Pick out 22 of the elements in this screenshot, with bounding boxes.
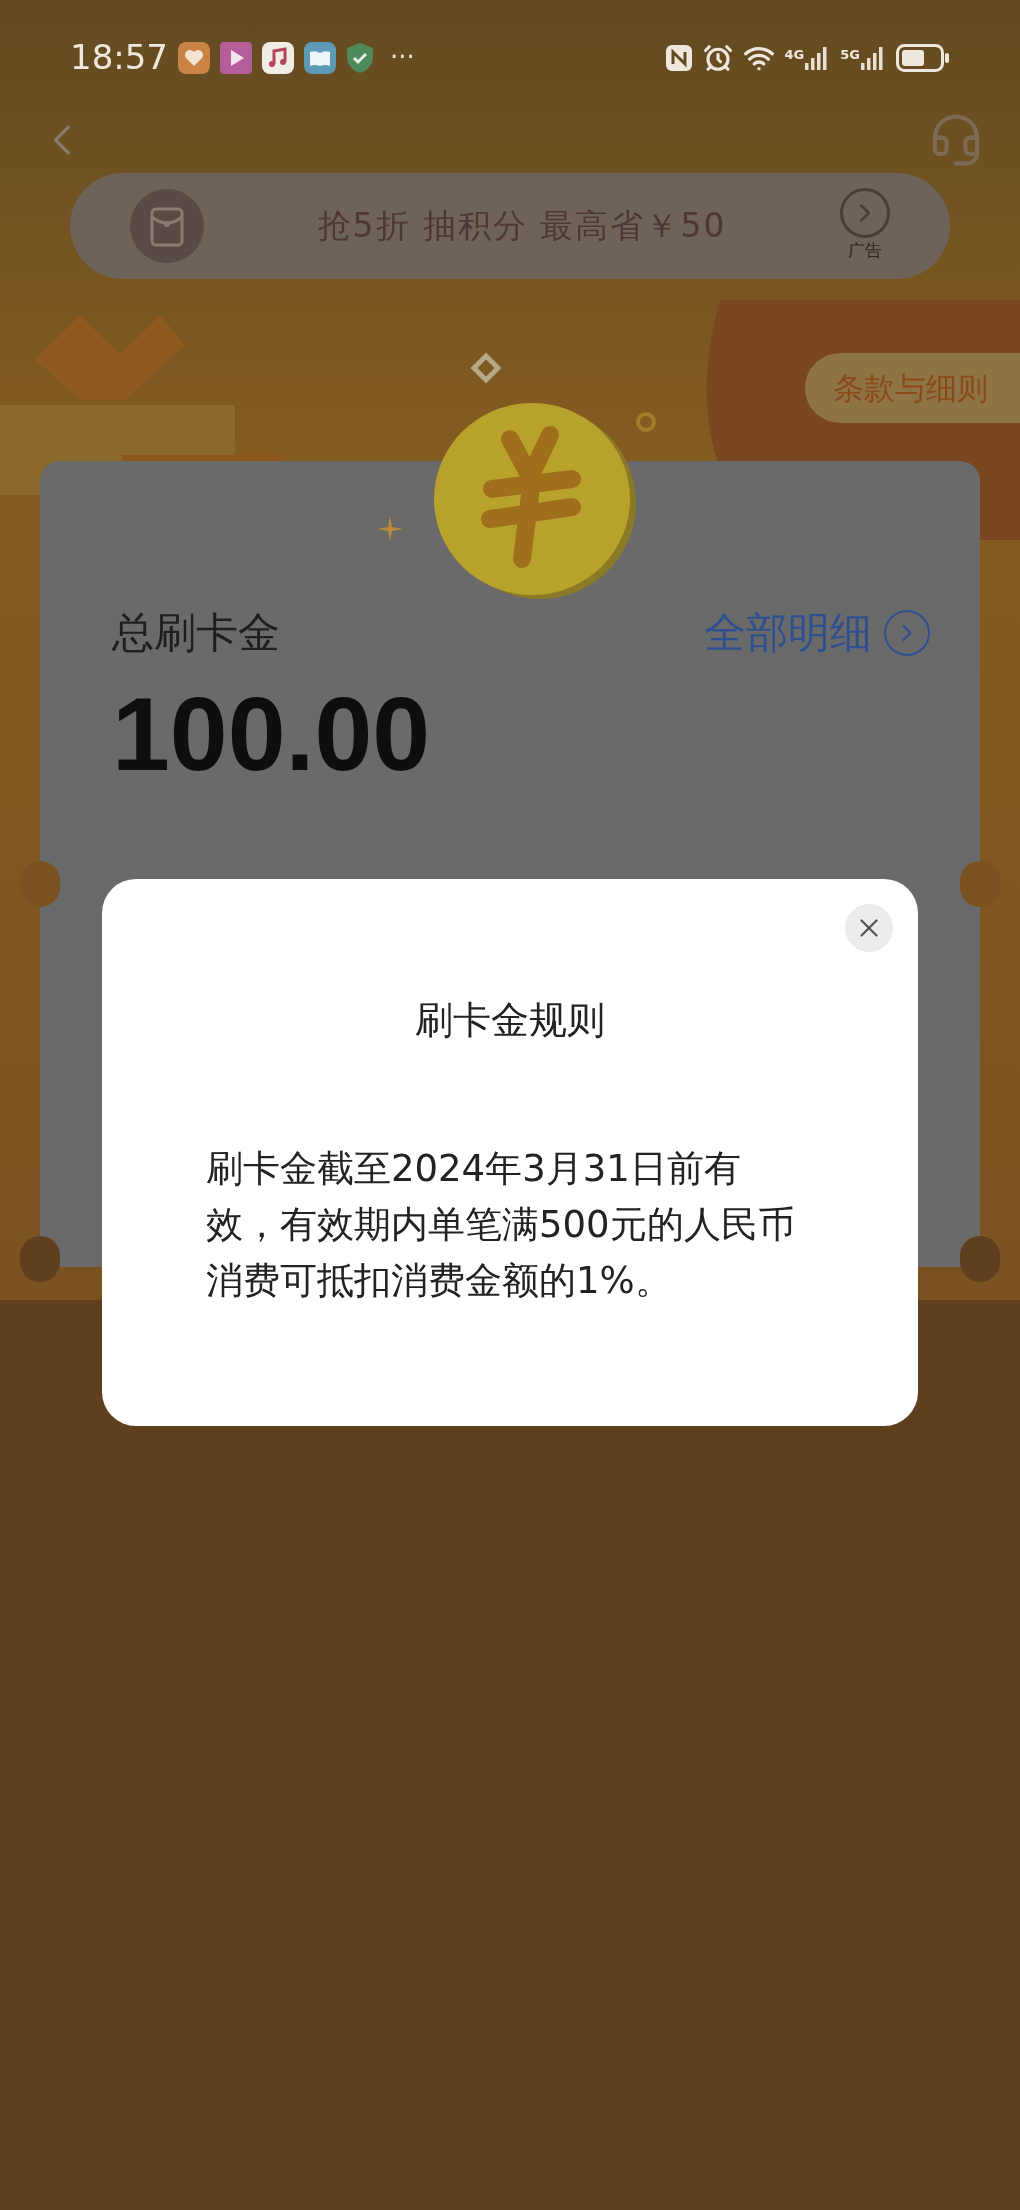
shield-icon <box>346 41 374 74</box>
dialog-body: 刷卡金截至2024年3月31日前有效，有效期内单笔满500元的人民币消费可抵扣消费金额的1%。 <box>206 1146 796 1304</box>
status-time: 18:57 <box>70 36 168 79</box>
dialog-title: 刷卡金规则 <box>414 997 606 1044</box>
envelope-icon <box>130 189 204 263</box>
close-button[interactable] <box>845 904 893 952</box>
card-notch <box>960 861 1000 907</box>
total-amount: 100.00 <box>111 682 432 786</box>
all-details-link[interactable]: 全部明细 <box>704 601 930 664</box>
more-notifications: ··· <box>390 41 415 74</box>
battery-icon <box>896 43 950 72</box>
total-label: 总刷卡金 <box>112 607 280 659</box>
card-notch <box>20 861 60 907</box>
sparkle-icon <box>377 516 403 542</box>
arrow-button[interactable] <box>840 188 890 239</box>
network-label: 4G <box>784 45 805 64</box>
ring-icon <box>636 412 656 432</box>
network-label: 5G <box>840 45 860 64</box>
ad-label: 广告 <box>848 239 882 263</box>
diamond-icon <box>470 352 502 384</box>
alarm-icon <box>702 42 733 73</box>
signal-icon <box>860 44 886 71</box>
